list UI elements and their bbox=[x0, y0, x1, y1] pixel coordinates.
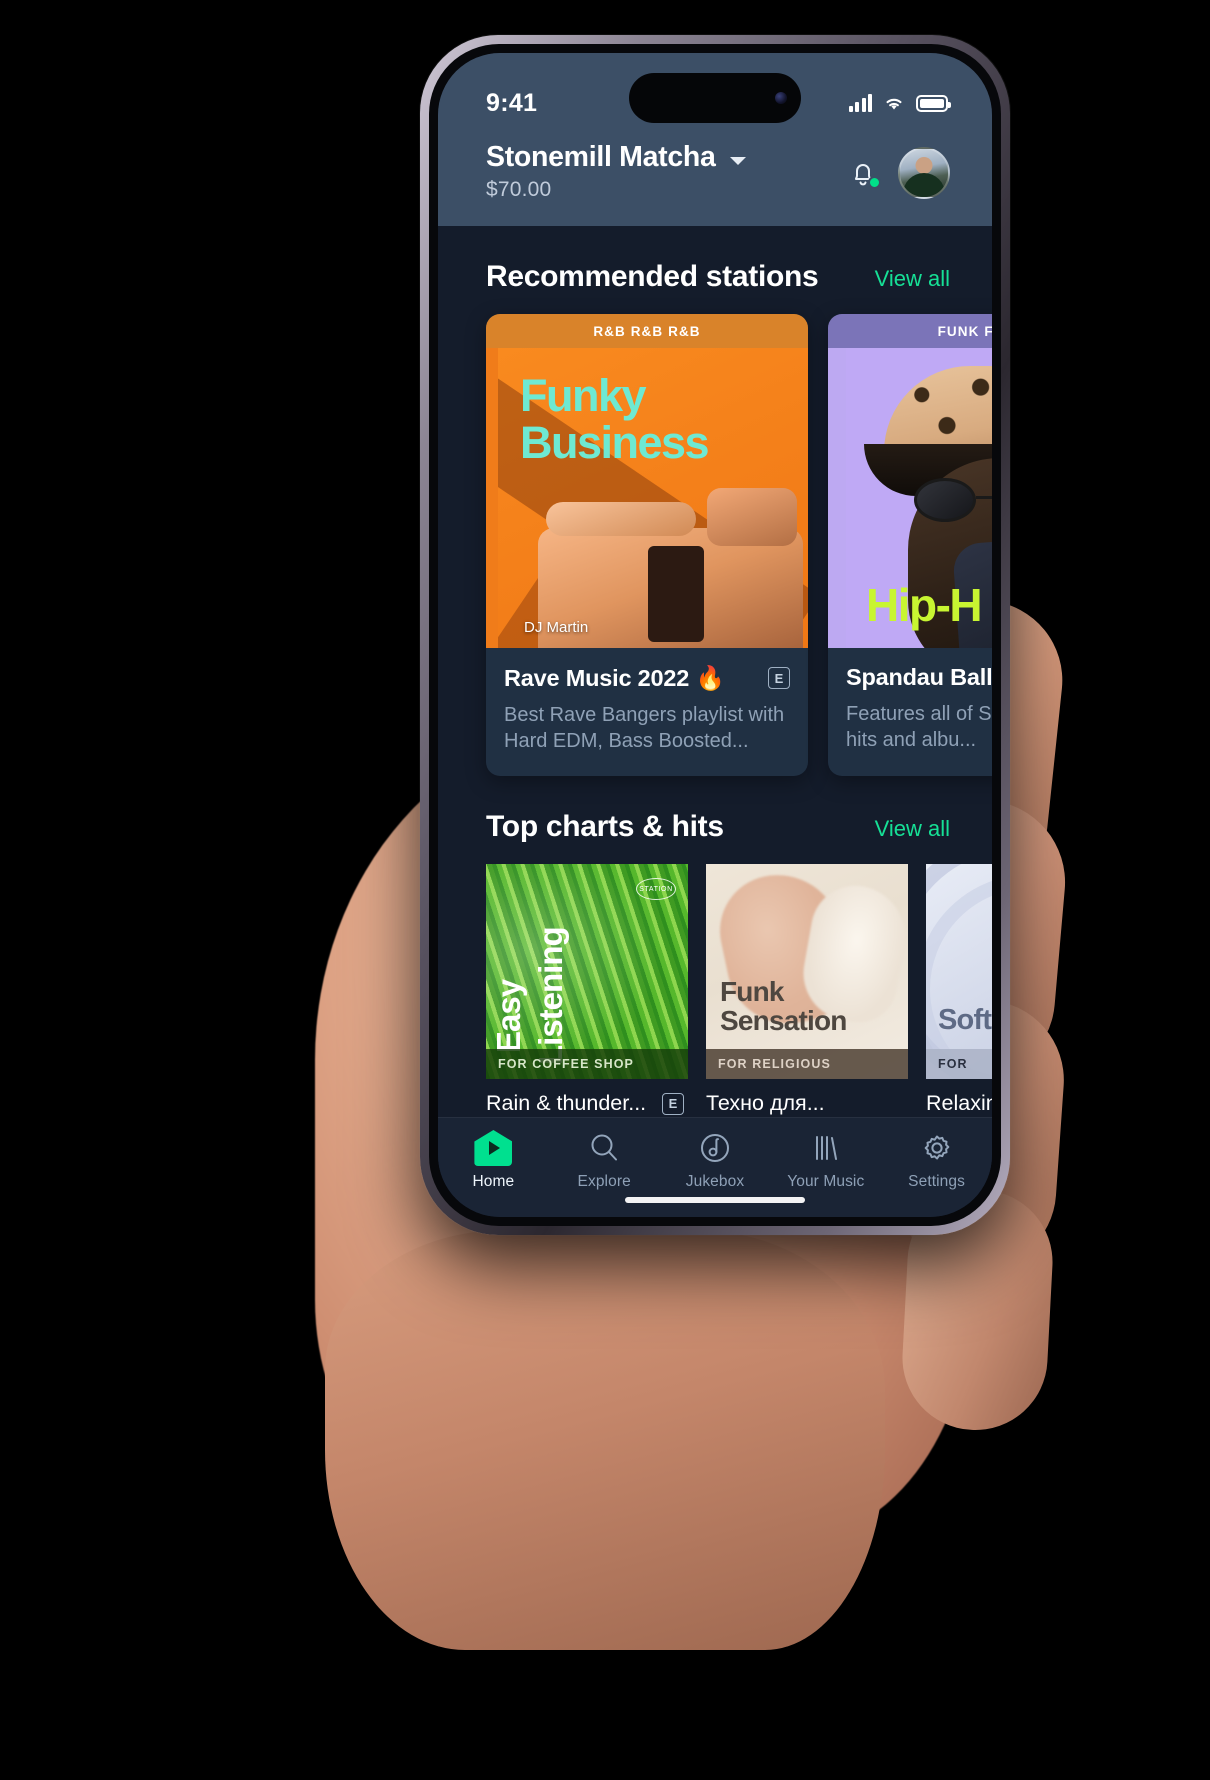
station-description: Features all of Spand biggest hits and a… bbox=[846, 703, 992, 751]
section-title-recommended: Recommended stations bbox=[486, 260, 819, 293]
view-all-recommended[interactable]: View all bbox=[875, 266, 950, 292]
notification-badge bbox=[868, 176, 881, 189]
chart-card[interactable]: Funk Sensation FOR RELIGIOUS Техно для..… bbox=[706, 864, 908, 1116]
station-title-row: Rave Music 2022 🔥 E bbox=[504, 664, 790, 692]
dynamic-island bbox=[629, 73, 801, 123]
chart-caption: Relaxing bbox=[926, 1091, 992, 1116]
wrist bbox=[325, 1230, 885, 1650]
section-header-recommended: Recommended stations View all bbox=[438, 226, 992, 314]
chart-artwork: Soft FOR bbox=[926, 864, 992, 1079]
account-balance: $70.00 bbox=[486, 178, 552, 201]
explicit-badge: E bbox=[768, 667, 790, 689]
artwork-title-line1: Soft bbox=[938, 1004, 992, 1036]
artwork-credit: DJ Martin bbox=[524, 619, 589, 636]
status-clock: 9:41 bbox=[486, 88, 538, 117]
station-card-body: Rave Music 2022 🔥 E Best Rave Bangers pl… bbox=[486, 648, 808, 776]
status-indicators bbox=[848, 94, 951, 112]
phone-bezel: 9:41 Stonemill Matcha $70.00 Recommended… bbox=[429, 44, 1001, 1226]
scene: 9:41 Stonemill Matcha $70.00 Recommended… bbox=[0, 0, 1210, 1780]
tab-label-home: Home bbox=[472, 1173, 515, 1190]
cellular-signal-icon bbox=[848, 94, 872, 112]
station-title-row: Spandau Ballet: T bbox=[846, 664, 992, 691]
station-artwork: Funky Business DJ Martin R&B R&B R&B bbox=[486, 314, 808, 648]
tab-label-explore: Explore bbox=[577, 1173, 631, 1190]
tab-label-your-music: Your Music bbox=[787, 1173, 865, 1190]
artwork-title: Hip-H bbox=[866, 579, 983, 631]
tab-explore[interactable]: Explore bbox=[554, 1130, 654, 1191]
tab-home[interactable]: Home bbox=[443, 1130, 543, 1191]
chart-title: Rain & thunder... bbox=[486, 1091, 647, 1115]
chart-caption: Техно для... bbox=[706, 1091, 908, 1116]
view-all-charts[interactable]: View all bbox=[875, 816, 950, 842]
recommended-stations-row[interactable]: Funky Business DJ Martin R&B R&B R&B Rav… bbox=[438, 314, 992, 776]
station-description: Best Rave Bangers playlist with Hard EDM… bbox=[504, 704, 785, 752]
status-bar: 9:41 bbox=[438, 53, 992, 135]
tab-jukebox[interactable]: Jukebox bbox=[665, 1130, 765, 1191]
genre-tag-strip: R&B R&B R&B bbox=[593, 323, 701, 339]
chevron-down-icon[interactable] bbox=[729, 156, 746, 165]
genre-tag-strip: FUNK FUNK F bbox=[937, 323, 992, 339]
chart-caption: Rain & thunder... E bbox=[486, 1091, 688, 1116]
artwork-title: Funk Sensation bbox=[720, 977, 847, 1035]
station-card[interactable]: Hip-H FUNK FUNK F Spandau Ballet: T Feat… bbox=[828, 314, 992, 776]
phone-device: 9:41 Stonemill Matcha $70.00 Recommended… bbox=[420, 35, 1010, 1235]
station-card-body: Spandau Ballet: T Features all of Spand … bbox=[828, 648, 992, 775]
artwork-title-line1: Easy bbox=[490, 979, 527, 1053]
chart-artwork: Funk Sensation FOR RELIGIOUS bbox=[706, 864, 908, 1079]
station-card[interactable]: Funky Business DJ Martin R&B R&B R&B Rav… bbox=[486, 314, 808, 776]
chart-title: Relaxing bbox=[926, 1091, 992, 1115]
explicit-badge: E bbox=[662, 1092, 684, 1115]
chart-for-label: FOR bbox=[926, 1049, 992, 1079]
chart-card[interactable]: Easy Listening STATION FOR COFFEE SHOP R… bbox=[486, 864, 688, 1116]
phone-screen: 9:41 Stonemill Matcha $70.00 Recommended… bbox=[438, 53, 992, 1217]
station-title: Spandau Ballet: T bbox=[846, 664, 992, 690]
gear-icon bbox=[924, 1135, 949, 1160]
chart-card[interactable]: Soft FOR Relaxing bbox=[926, 864, 992, 1116]
account-selector[interactable]: Stonemill Matcha bbox=[486, 141, 746, 174]
chart-title: Техно для... bbox=[706, 1091, 825, 1115]
tab-label-settings: Settings bbox=[908, 1173, 965, 1190]
sofa-shadow bbox=[648, 546, 704, 642]
header-actions bbox=[848, 147, 950, 199]
station-title: Rave Music 2022 🔥 bbox=[504, 665, 725, 691]
chart-for-label: FOR COFFEE SHOP bbox=[486, 1049, 688, 1079]
section-title-charts: Top charts & hits bbox=[486, 810, 724, 843]
artwork-scene: Hip-H bbox=[846, 348, 992, 648]
lens-left bbox=[914, 478, 976, 522]
artwork-title-line2: Sensation bbox=[720, 1005, 847, 1036]
account-block[interactable]: Stonemill Matcha $70.00 bbox=[486, 141, 746, 202]
home-play-icon bbox=[474, 1130, 513, 1166]
artwork-title-line1: Funk bbox=[720, 976, 784, 1007]
chart-artwork: Easy Listening STATION FOR COFFEE SHOP bbox=[486, 864, 688, 1079]
station-artwork: Hip-H FUNK FUNK F bbox=[828, 314, 992, 648]
avatar[interactable] bbox=[898, 147, 950, 199]
tab-settings[interactable]: Settings bbox=[887, 1130, 987, 1191]
battery-full-icon bbox=[916, 94, 951, 112]
top-charts-row[interactable]: Easy Listening STATION FOR COFFEE SHOP R… bbox=[438, 864, 992, 1116]
artwork-title: Funky Business bbox=[520, 370, 710, 468]
app-header: Stonemill Matcha $70.00 bbox=[438, 135, 992, 226]
glasses-bridge bbox=[976, 496, 992, 499]
sunglasses-icon bbox=[896, 478, 992, 522]
artwork-title-line2: Business bbox=[520, 417, 710, 468]
section-header-charts: Top charts & hits View all bbox=[438, 776, 992, 864]
tab-your-music[interactable]: Your Music bbox=[776, 1130, 876, 1191]
hand-shadow bbox=[505, 1380, 1210, 1780]
search-icon bbox=[591, 1134, 618, 1161]
account-name: Stonemill Matcha bbox=[486, 141, 716, 173]
library-icon bbox=[815, 1136, 837, 1160]
station-seal-icon: STATION bbox=[636, 878, 676, 900]
notifications-button[interactable] bbox=[848, 157, 881, 189]
wifi-icon bbox=[886, 98, 902, 110]
artwork-title-line2: Listening bbox=[532, 927, 569, 1065]
artwork-scene: Funky Business DJ Martin bbox=[498, 348, 808, 648]
chart-for-label: FOR RELIGIOUS bbox=[706, 1049, 908, 1079]
front-camera-icon bbox=[775, 92, 787, 104]
tab-label-jukebox: Jukebox bbox=[685, 1173, 745, 1190]
artwork-title-line1: Funky bbox=[520, 370, 647, 421]
music-disc-icon bbox=[700, 1134, 729, 1162]
main-content: Recommended stations View all Funky Busi… bbox=[438, 226, 992, 1208]
home-indicator[interactable] bbox=[625, 1197, 805, 1203]
